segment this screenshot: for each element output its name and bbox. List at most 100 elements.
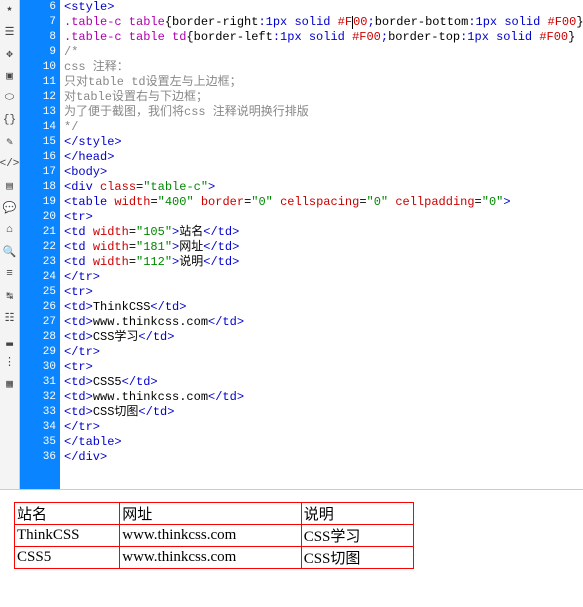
code-token: "0" — [251, 195, 273, 209]
gutter-line: 13 — [20, 105, 56, 120]
tool-report-icon[interactable]: ▤ — [2, 178, 18, 194]
code-line[interactable]: <td>CSS学习</td> — [64, 330, 579, 345]
tool-search-icon[interactable]: 🔍 — [2, 244, 18, 260]
code-token: CSS学习 — [93, 330, 139, 344]
tool-menu-icon[interactable]: ☷ — [2, 310, 18, 326]
code-line[interactable]: <td width="181">网址</td> — [64, 240, 579, 255]
code-token: { — [186, 30, 193, 44]
tool-move-icon[interactable]: ✥ — [2, 46, 18, 62]
gutter-line: 22 — [20, 240, 56, 255]
code-line[interactable]: /* — [64, 45, 579, 60]
code-line[interactable]: css 注释： — [64, 60, 579, 75]
code-token: </tr> — [64, 420, 100, 434]
tool-table-icon[interactable]: ▦ — [2, 376, 18, 392]
code-token: #F00 — [352, 30, 381, 44]
code-line[interactable]: <tr> — [64, 360, 579, 375]
code-line[interactable]: <td width="105">站名</td> — [64, 225, 579, 240]
code-token: : — [258, 15, 265, 29]
code-token: border-right — [172, 15, 258, 29]
gutter-line: 11 — [20, 75, 56, 90]
preview-table: 站名网址说明ThinkCSSwww.thinkcss.comCSS学习CSS5w… — [14, 502, 414, 569]
tool-code-icon[interactable]: </> — [2, 156, 18, 172]
code-line[interactable]: <body> — [64, 165, 579, 180]
table-cell: 站名 — [15, 503, 120, 525]
gutter-line: 9 — [20, 45, 56, 60]
table-row: CSS5www.thinkcss.comCSS切图 — [15, 547, 414, 569]
code-token: css 注释： — [64, 60, 129, 74]
tool-wand-icon[interactable]: ✎ — [2, 134, 18, 150]
table-cell: ThinkCSS — [15, 525, 120, 547]
code-line[interactable]: 对table设置右与下边框； — [64, 90, 579, 105]
code-line[interactable]: </div> — [64, 450, 579, 465]
tool-sel-icon[interactable]: ☰ — [2, 24, 18, 40]
code-token: 1px solid — [476, 15, 548, 29]
code-line[interactable]: */ — [64, 120, 579, 135]
code-line[interactable]: <table width="400" border="0" cellspacin… — [64, 195, 579, 210]
code-token: = — [129, 255, 136, 269]
tool-list-icon[interactable]: ⋮ — [2, 354, 18, 370]
code-line[interactable]: </tr> — [64, 420, 579, 435]
code-token: </td> — [138, 405, 174, 419]
tool-ptr-icon[interactable]: ⭑ — [2, 2, 18, 18]
code-line[interactable]: </tr> — [64, 270, 579, 285]
code-token: <div — [64, 180, 100, 194]
code-token: width — [93, 240, 129, 254]
code-area[interactable]: <style>.table-c table{border-right:1px s… — [60, 0, 583, 489]
code-line[interactable]: <div class="table-c"> — [64, 180, 579, 195]
code-line[interactable]: </head> — [64, 150, 579, 165]
code-line[interactable]: 只对table td设置左与上边框； — [64, 75, 579, 90]
code-token: */ — [64, 120, 78, 134]
table-cell: www.thinkcss.com — [120, 525, 301, 547]
code-line[interactable]: </style> — [64, 135, 579, 150]
code-line[interactable]: <td width="112">说明</td> — [64, 255, 579, 270]
tool-brace-icon[interactable]: {} — [2, 112, 18, 128]
code-line[interactable]: 为了便于截图，我们将css 注释说明换行排版 — [64, 105, 579, 120]
tool-bar-icon[interactable]: ▂ — [2, 332, 18, 348]
code-token: = — [129, 240, 136, 254]
gutter-line: 7 — [20, 15, 56, 30]
code-token: ThinkCSS — [93, 300, 151, 314]
gutter-line: 16 — [20, 150, 56, 165]
tool-dotted-icon[interactable]: ▣ — [2, 68, 18, 84]
code-line[interactable]: <tr> — [64, 285, 579, 300]
tool-swap-icon[interactable]: ↹ — [2, 288, 18, 304]
code-token: 1px solid — [280, 30, 352, 44]
code-token: 1px solid — [467, 30, 539, 44]
preview-pane: 站名网址说明ThinkCSSwww.thinkcss.comCSS学习CSS5w… — [0, 490, 583, 581]
code-token: /* — [64, 45, 78, 59]
code-line[interactable]: <td>www.thinkcss.com</td> — [64, 315, 579, 330]
tool-ellipse-icon[interactable]: ⬭ — [2, 90, 18, 106]
code-token: 说明 — [179, 255, 203, 269]
code-line[interactable]: <td>www.thinkcss.com</td> — [64, 390, 579, 405]
code-line[interactable]: </table> — [64, 435, 579, 450]
code-line[interactable]: <style> — [64, 0, 579, 15]
tool-chat-icon[interactable]: 💬 — [2, 200, 18, 216]
code-token: CSS5 — [93, 375, 122, 389]
code-editor: ⭑☰✥▣⬭{}✎</>▤💬⌂🔍≡↹☷▂⋮▦ 678910111213141516… — [0, 0, 583, 490]
code-token: "table-c" — [143, 180, 208, 194]
code-line[interactable]: <td>CSS切图</td> — [64, 405, 579, 420]
table-cell: 网址 — [120, 503, 301, 525]
gutter-line: 15 — [20, 135, 56, 150]
code-token: border-top — [388, 30, 460, 44]
gutter-line: 8 — [20, 30, 56, 45]
code-token: <tr> — [64, 285, 93, 299]
code-line[interactable]: <td>ThinkCSS</td> — [64, 300, 579, 315]
code-line[interactable]: <tr> — [64, 210, 579, 225]
code-line[interactable]: .table-c table td{border-left:1px solid … — [64, 30, 579, 45]
code-token: </div> — [64, 450, 107, 464]
code-token: <td> — [64, 390, 93, 404]
tool-align-icon[interactable]: ≡ — [2, 266, 18, 282]
code-token: 1px solid — [266, 15, 338, 29]
code-token: "105" — [136, 225, 172, 239]
code-token: ; — [367, 15, 374, 29]
gutter-line: 28 — [20, 330, 56, 345]
code-token: </head> — [64, 150, 114, 164]
code-line[interactable]: <td>CSS5</td> — [64, 375, 579, 390]
gutter-line: 30 — [20, 360, 56, 375]
tool-bug-icon[interactable]: ⌂ — [2, 222, 18, 238]
code-token: 站名 — [179, 225, 203, 239]
code-line[interactable]: </tr> — [64, 345, 579, 360]
gutter-line: 27 — [20, 315, 56, 330]
code-line[interactable]: .table-c table{border-right:1px solid #F… — [64, 15, 579, 30]
